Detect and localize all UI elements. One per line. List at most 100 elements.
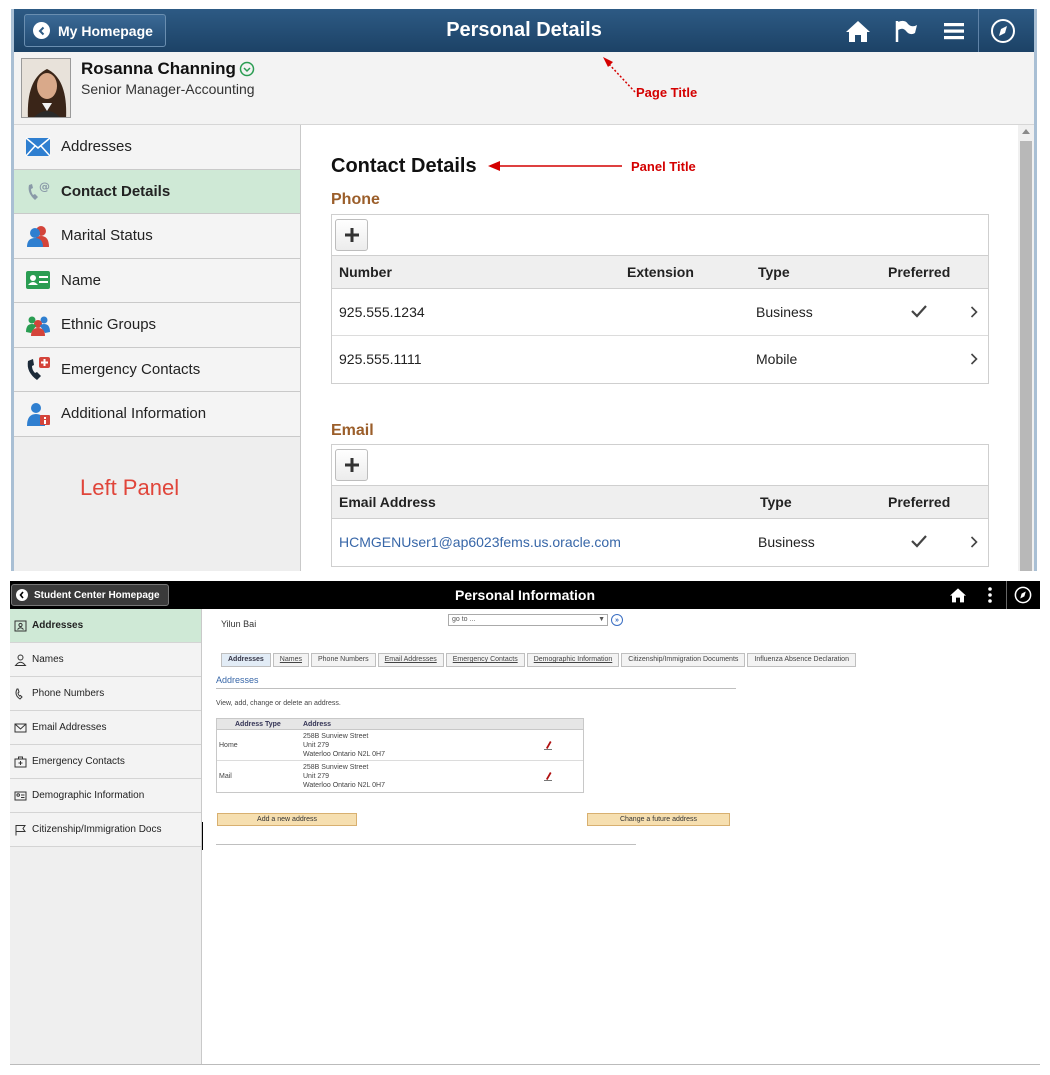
phone-icon (15, 688, 23, 700)
preferred-check-icon (910, 534, 928, 548)
page-title: Personal Information (454, 587, 596, 603)
col-extension: Extension (627, 264, 694, 280)
address-column-headers: Address Type Address (217, 719, 583, 730)
phone-grid: Number Extension Type Preferred 925.555.… (331, 214, 989, 384)
tab-names[interactable]: Names (272, 653, 309, 667)
tab-emergency-contacts[interactable]: Emergency Contacts (445, 653, 525, 667)
main-scrollbar[interactable] (1018, 125, 1034, 571)
col-address-type: Address Type (235, 721, 281, 728)
actions-menu-icon[interactable] (930, 9, 978, 52)
add-address-button[interactable]: Add a new address (217, 813, 357, 826)
employee-name-text: Rosanna Channing (81, 59, 236, 78)
phone-number: 925.555.1234 (339, 304, 425, 320)
col-email-address: Email Address (339, 494, 436, 510)
sidebar-item-marital-status[interactable]: Marital Status (14, 214, 300, 259)
email-address-link[interactable]: HCMGENUser1@ap6023fems.us.oracle.com (339, 519, 621, 566)
navbar-compass-icon[interactable] (1006, 581, 1038, 609)
tab-addresses[interactable]: Addresses (221, 653, 271, 667)
person-icon (14, 654, 27, 666)
table-row[interactable]: 925.555.1234 Business (332, 289, 988, 336)
navbar-compass-icon[interactable] (978, 9, 1026, 52)
id-card-icon (14, 270, 61, 290)
sidebar-item-emergency-contacts[interactable]: Emergency Contacts (10, 745, 201, 779)
email-type: Business (758, 534, 815, 550)
address-line: 258B Sunview Street (303, 764, 369, 771)
sidebar-item-label: Citizenship/Immigration Docs (32, 824, 162, 835)
sidebar-item-name[interactable]: Name (14, 258, 300, 303)
sidebar-item-label: Addresses (32, 620, 84, 631)
sidebar-item-citizenship-immigration-docs[interactable]: Citizenship/Immigration Docs (10, 813, 201, 847)
page-title-arrow (603, 57, 636, 93)
sidebar-item-demographic-information[interactable]: Demographic Information (10, 779, 201, 813)
sidebar-item-addresses[interactable]: Addresses (10, 609, 201, 643)
goto-select[interactable]: go to ... ▼ (448, 614, 608, 626)
divider (216, 688, 736, 689)
tab-demographic-information[interactable]: Demographic Information (526, 653, 620, 667)
sidebar-item-label: Additional Information (61, 405, 207, 423)
edit-pencil-icon[interactable] (543, 740, 553, 750)
address-type: Mail (219, 773, 232, 780)
left-panel-annotation: Left Panel (80, 475, 180, 500)
table-row[interactable]: HCMGENUser1@ap6023fems.us.oracle.com Bus… (332, 519, 988, 566)
sidebar-item-label: Phone Numbers (32, 688, 105, 699)
tab-email-addresses[interactable]: Email Addresses (377, 653, 444, 667)
dropdown-arrow-icon: ▼ (598, 616, 605, 623)
change-future-address-button[interactable]: Change a future address (587, 813, 730, 826)
sidebar-item-emergency-contacts[interactable]: Emergency Contacts (14, 347, 300, 392)
employee-name[interactable]: Rosanna Channing (81, 59, 255, 79)
student-name: Yilun Bai (221, 619, 257, 629)
employee-job-title: Senior Manager-Accounting (81, 81, 255, 97)
sidebar-item-names[interactable]: Names (10, 643, 201, 677)
add-phone-button[interactable] (335, 219, 368, 251)
person-info-icon (14, 402, 61, 426)
address-card-icon (14, 620, 27, 631)
sidebar-item-email-addresses[interactable]: Email Addresses (10, 711, 201, 745)
left-panel: Addresses @ Contact Details Marital Stat… (14, 125, 301, 571)
panel-title-arrow (488, 161, 622, 171)
scrollbar-thumb[interactable] (1020, 141, 1032, 571)
more-options-icon[interactable] (974, 581, 1006, 609)
row-chevron-right-icon[interactable] (970, 536, 978, 548)
address-lines: 258B Sunview Street Unit 279 Waterloo On… (303, 732, 385, 759)
left-panel: Addresses Names Phone Numbers Email Addr… (10, 609, 202, 1064)
sidebar-item-addresses[interactable]: Addresses (14, 125, 300, 170)
panel-title: Contact Details (331, 155, 477, 177)
col-preferred: Preferred (888, 264, 951, 280)
home-icon[interactable] (834, 9, 882, 52)
col-preferred: Preferred (888, 494, 951, 510)
tab-citizenship-immigration-documents[interactable]: Citizenship/Immigration Documents (621, 653, 746, 667)
sidebar-item-contact-details[interactable]: @ Contact Details (14, 169, 300, 214)
table-row[interactable]: 925.555.1111 Mobile (332, 336, 988, 383)
main-panel: Yilun Bai go to ... ▼ » Addresses Names … (203, 609, 1040, 1064)
row-chevron-right-icon[interactable] (970, 306, 978, 318)
group-icon (14, 314, 61, 336)
sidebar-item-ethnic-groups[interactable]: Ethnic Groups (14, 303, 300, 348)
add-email-button[interactable] (335, 449, 368, 481)
sidebar-item-label: Names (32, 654, 64, 665)
row-chevron-right-icon[interactable] (970, 353, 978, 365)
instructions: View, add, change or delete an address. (216, 700, 341, 707)
tab-influenza-absence-declaration[interactable]: Influenza Absence Declaration (747, 653, 856, 667)
address-lines: 258B Sunview Street Unit 279 Waterloo On… (303, 763, 385, 790)
table-row: Home 258B Sunview Street Unit 279 Waterl… (217, 730, 583, 761)
tab-phone-numbers[interactable]: Phone Numbers (310, 653, 376, 667)
address-line: Waterloo Ontario N2L 0H7 (303, 782, 385, 789)
scroll-up-arrow-icon[interactable] (1022, 129, 1030, 134)
employee-photo (21, 58, 71, 118)
notifications-flag-icon[interactable] (882, 9, 930, 52)
banner: My Homepage Personal Details (14, 9, 1034, 52)
divider (216, 844, 636, 845)
address-line: Unit 279 (303, 773, 330, 780)
go-button-icon[interactable]: » (611, 614, 623, 626)
phone-type: Mobile (756, 351, 798, 367)
email-grid: Email Address Type Preferred HCMGENUser1… (331, 444, 989, 567)
col-type: Type (760, 494, 792, 510)
sidebar-item-phone-numbers[interactable]: Phone Numbers (10, 677, 201, 711)
expand-chevron-icon[interactable] (239, 61, 255, 77)
email-column-headers: Email Address Type Preferred (332, 486, 988, 519)
contact-phone-icon: @ (14, 179, 61, 203)
edit-pencil-icon[interactable] (543, 771, 553, 781)
sidebar-item-additional-information[interactable]: Additional Information (14, 392, 300, 437)
home-icon[interactable] (942, 581, 974, 609)
address-line: 258B Sunview Street (303, 733, 369, 740)
